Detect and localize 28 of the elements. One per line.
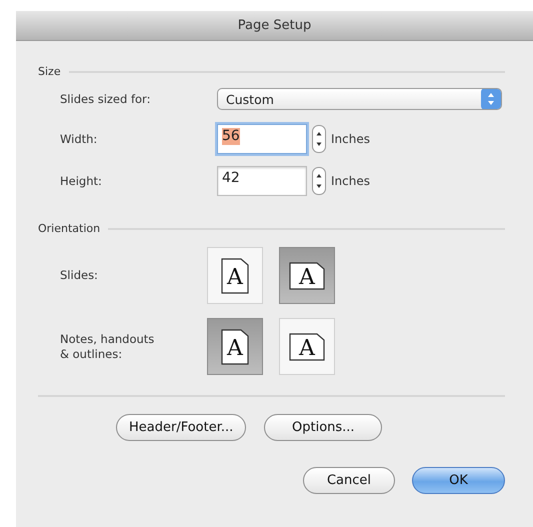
number-field[interactable]: 42 — [217, 166, 307, 196]
stepper-icon[interactable] — [312, 125, 326, 153]
field-label: Slides: — [60, 268, 99, 283]
stepper-icon[interactable] — [312, 167, 326, 195]
portrait-page-icon: A — [221, 328, 249, 364]
dropdown-arrows-icon — [481, 89, 501, 109]
number-field[interactable]: 56 — [217, 124, 307, 154]
orientation-option[interactable]: A — [279, 318, 335, 375]
window-title: Page Setup — [238, 18, 312, 33]
field-label: Width: — [60, 132, 98, 146]
orientation-option[interactable]: A — [279, 247, 335, 304]
landscape-page-icon: A — [289, 332, 325, 360]
dialog-button[interactable]: Cancel — [303, 467, 395, 494]
section-title: Size — [38, 65, 61, 78]
portrait-page-icon: A — [221, 258, 249, 294]
landscape-page-icon: A — [289, 262, 325, 290]
orientation-option[interactable]: A — [207, 247, 263, 304]
dialog-button[interactable]: Header/Footer... — [116, 414, 246, 441]
orientation-option[interactable]: A — [207, 318, 263, 375]
field-label: Height: — [60, 174, 103, 188]
unit-label: Inches — [331, 132, 370, 146]
dialog-button[interactable]: OK — [412, 467, 505, 494]
dialog-button[interactable]: Options... — [264, 414, 382, 441]
field-label: Notes, handouts & outlines: — [60, 332, 156, 362]
section-title: Orientation — [38, 222, 100, 235]
unit-label: Inches — [331, 174, 370, 188]
slide-size-dropdown[interactable]: Custom — [217, 88, 502, 110]
field-label: Slides sized for: — [60, 92, 152, 106]
